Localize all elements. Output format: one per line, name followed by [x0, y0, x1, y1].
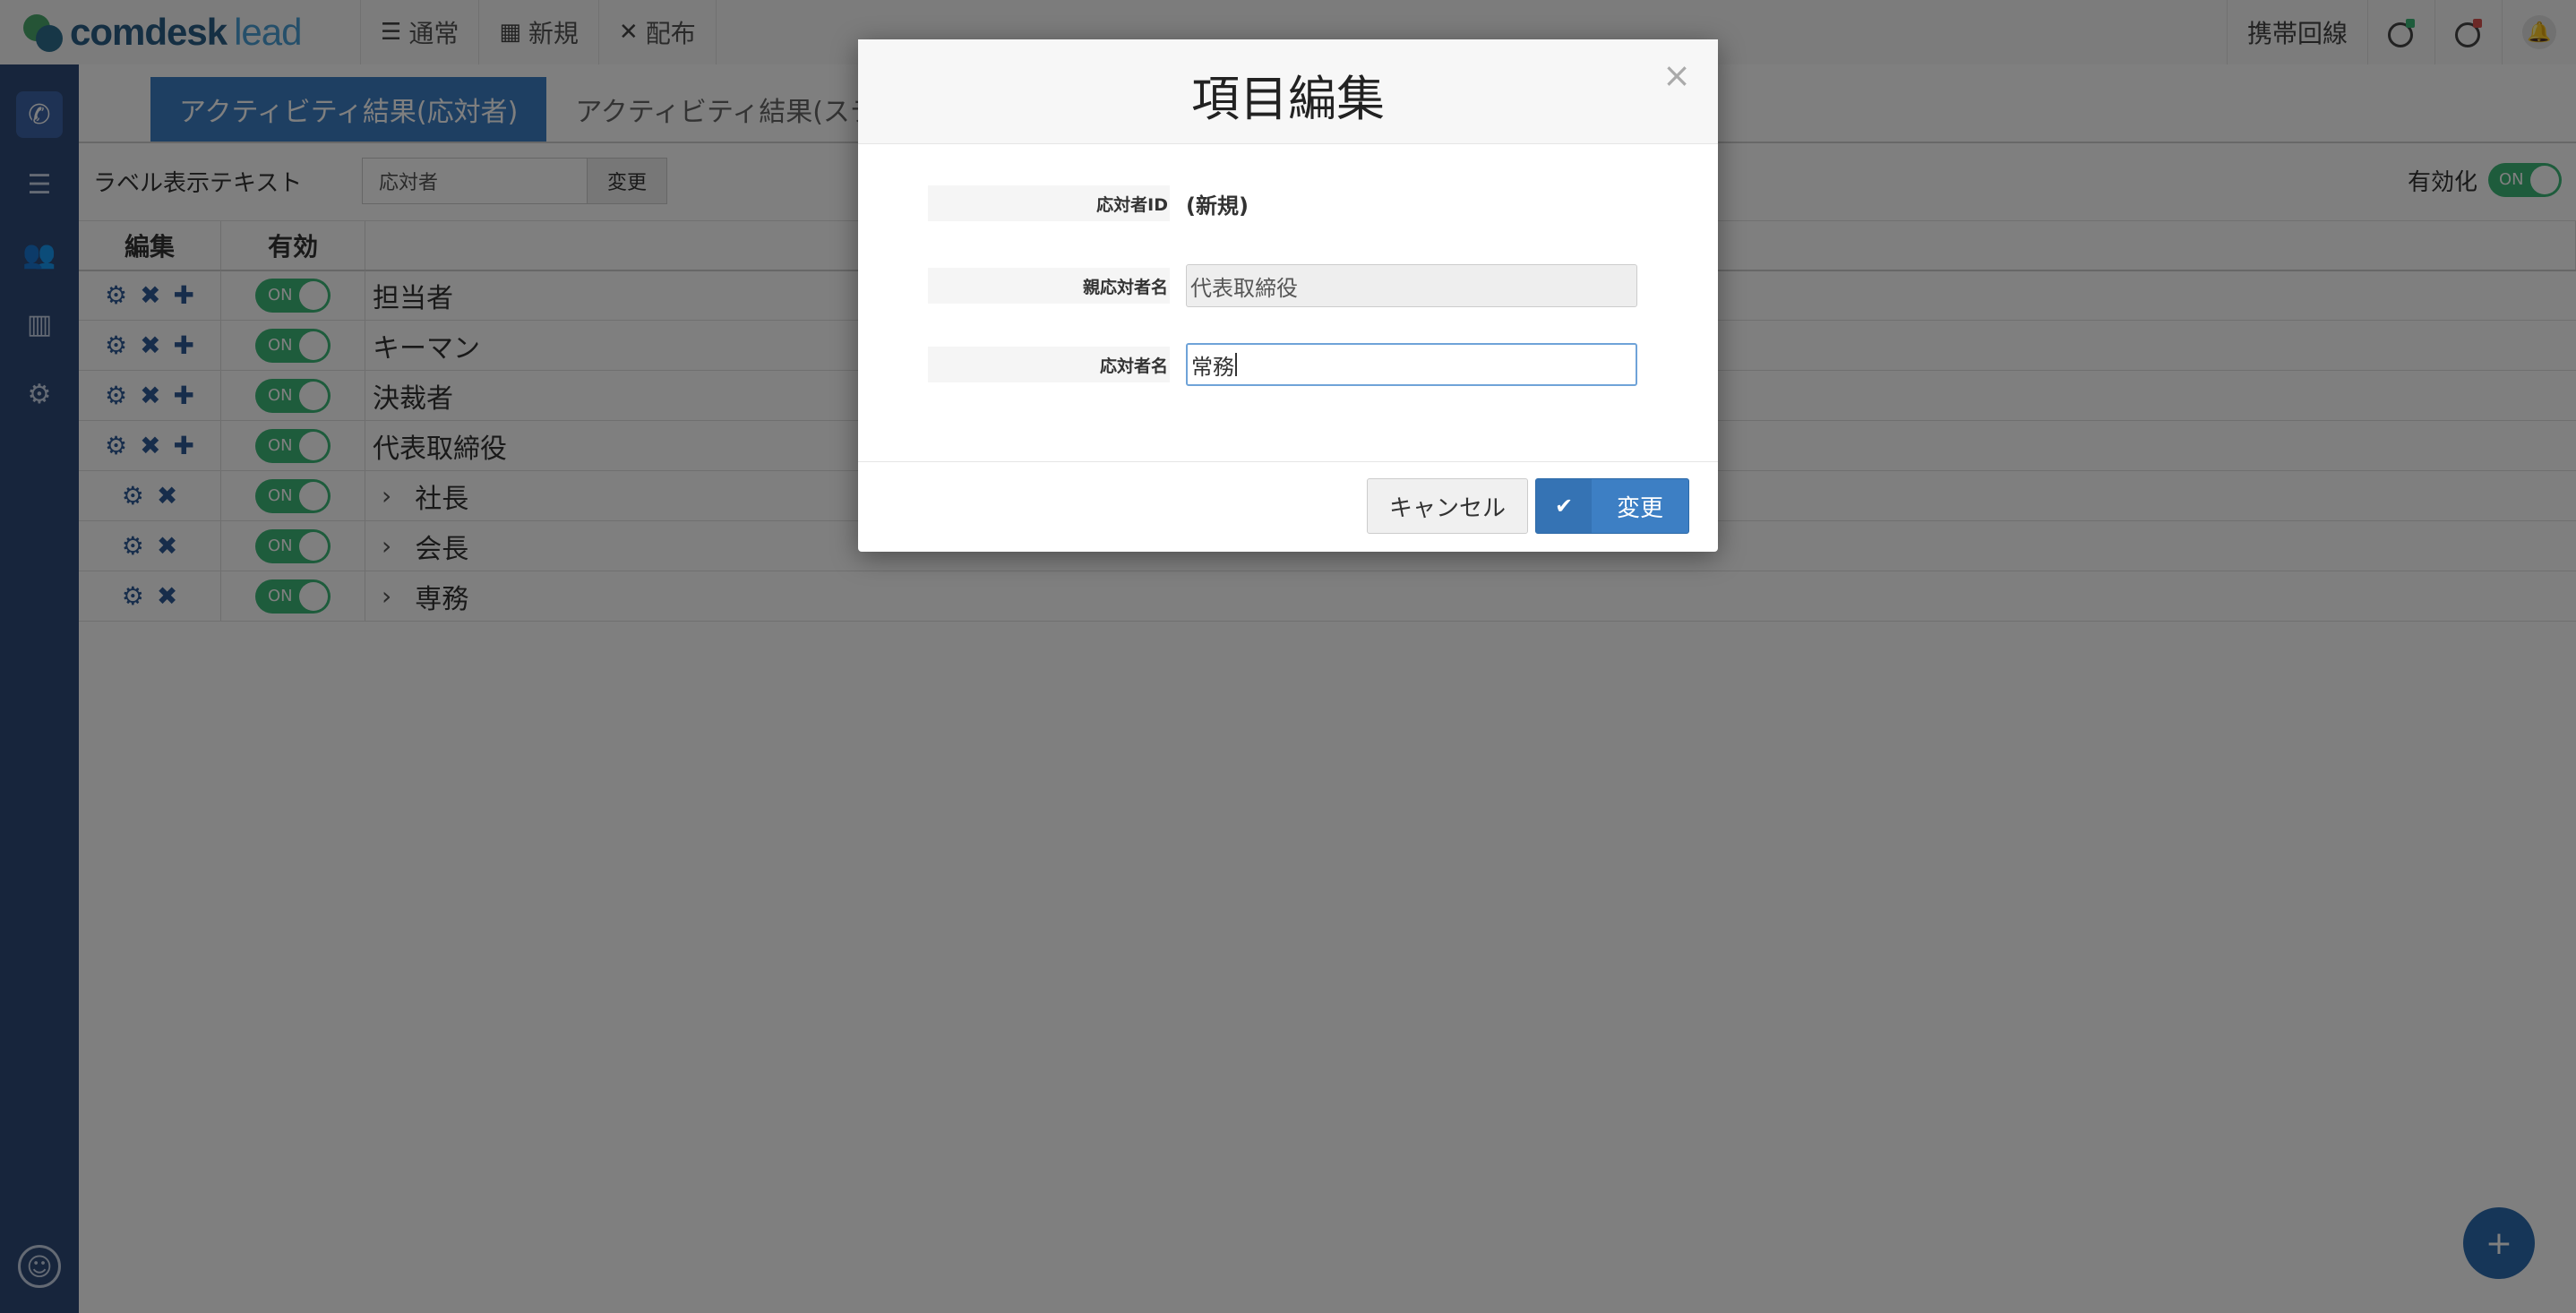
parent-name-field: 代表取締役	[1186, 264, 1637, 307]
check-icon: ✔	[1536, 479, 1592, 533]
responder-id-label: 応対者ID	[928, 185, 1170, 221]
modal-footer: キャンセル ✔ 変更	[858, 461, 1718, 552]
edit-item-modal: 項目編集 × 応対者ID (新規) 親応対者名 代表取締役 応対者名 常務 キャ…	[858, 39, 1718, 552]
responder-name-input[interactable]: 常務	[1186, 343, 1637, 386]
responder-name-row: 応対者名 常務	[928, 343, 1653, 386]
close-icon[interactable]: ×	[1662, 56, 1691, 95]
responder-id-value: (新規)	[1186, 193, 1249, 219]
responder-name-value: 常務	[1191, 354, 1234, 380]
submit-label: 変更	[1616, 494, 1663, 522]
submit-change-button[interactable]: ✔ 変更	[1535, 478, 1689, 534]
cancel-button[interactable]: キャンセル	[1367, 478, 1528, 534]
modal-header: 項目編集 ×	[858, 39, 1718, 144]
modal-title: 項目編集	[1191, 71, 1385, 127]
parent-name-label: 親応対者名	[928, 268, 1170, 304]
responder-name-label: 応対者名	[928, 347, 1170, 382]
text-caret	[1235, 353, 1237, 376]
parent-name-row: 親応対者名 代表取締役	[928, 264, 1653, 307]
responder-id-row: 応対者ID (新規)	[928, 183, 1653, 224]
